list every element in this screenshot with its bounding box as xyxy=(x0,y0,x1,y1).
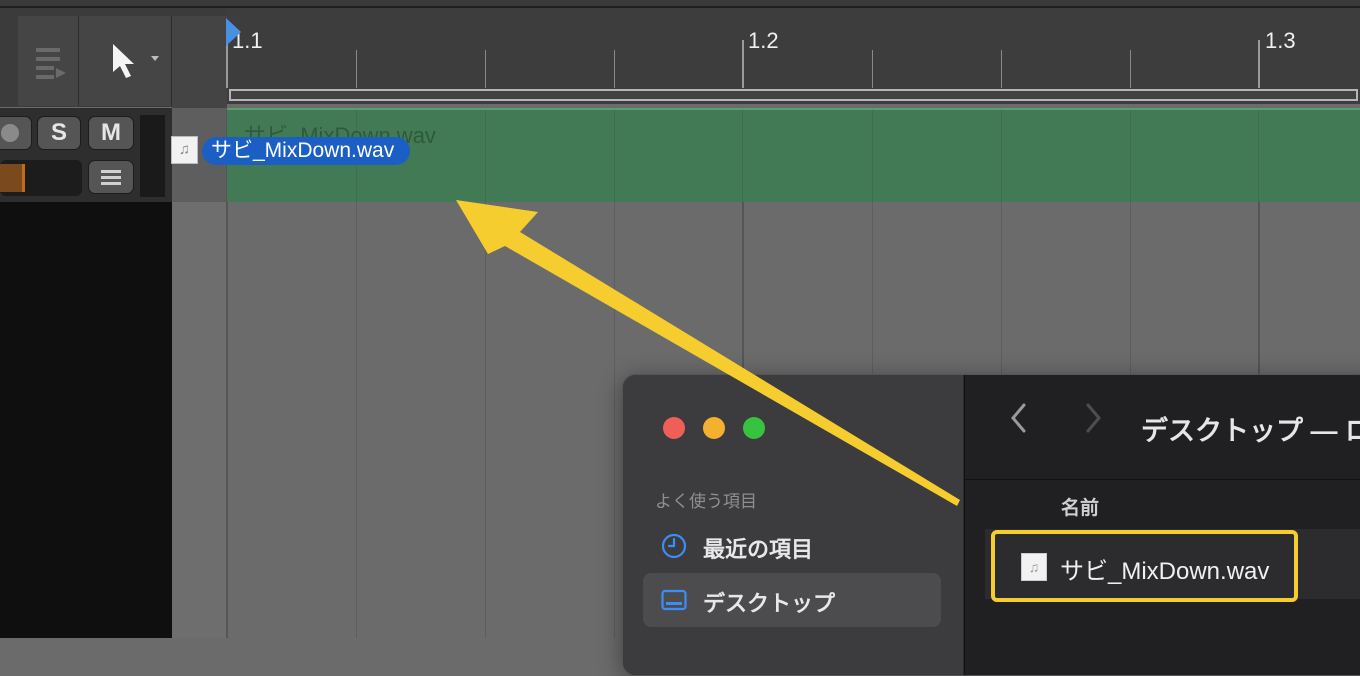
pointer-tool-icon xyxy=(113,44,159,78)
beat-tick xyxy=(1001,50,1002,88)
track-list-button[interactable] xyxy=(18,16,79,106)
chevron-left-icon xyxy=(1011,403,1026,433)
playhead-icon[interactable] xyxy=(224,18,244,48)
volume-slider[interactable] xyxy=(0,160,82,196)
annotation-highlight-box xyxy=(991,530,1298,602)
finder-content: デスクトップ — ロ 名前 ♫ サビ_MixDown.wav xyxy=(964,375,1360,675)
grid-line xyxy=(742,110,743,202)
forward-button[interactable] xyxy=(1083,401,1103,443)
grid-line xyxy=(1001,110,1002,202)
record-enable-button[interactable] xyxy=(0,116,32,150)
grid-line xyxy=(1258,110,1259,202)
beat-tick xyxy=(356,50,357,88)
empty-lane xyxy=(172,202,227,638)
ruler-marker: 1.2 xyxy=(748,28,779,53)
finder-sidebar: よく使う項目 最近の項目 デスクトップ xyxy=(623,375,963,675)
grid-line xyxy=(872,110,873,202)
volume-slider-fill xyxy=(0,164,25,192)
bar-tick xyxy=(742,40,744,88)
sidebar-item-label: 最近の項目 xyxy=(703,537,814,562)
audio-file-icon: ♫ xyxy=(171,136,198,164)
bar-tick xyxy=(1258,40,1260,88)
beat-tick xyxy=(614,50,615,88)
timeline-ruler[interactable] xyxy=(227,8,1360,88)
solo-button[interactable]: S xyxy=(37,116,81,150)
zoom-window-button[interactable] xyxy=(743,417,765,439)
toolbar-divider xyxy=(965,479,1360,480)
sidebar-section-favorites: よく使う項目 xyxy=(655,492,757,511)
chevron-down-icon xyxy=(151,56,159,61)
record-icon xyxy=(1,124,19,142)
beat-tick xyxy=(1130,50,1131,88)
clock-icon xyxy=(661,533,687,559)
window-title: デスクトップ — ロ xyxy=(1141,416,1360,446)
track-list-icon xyxy=(36,48,66,79)
sidebar-item-desktop[interactable]: デスクトップ xyxy=(643,573,941,627)
grid-line xyxy=(614,110,615,202)
list-icon xyxy=(101,170,121,185)
finder-window: よく使う項目 最近の項目 デスクトップ デスクトップ — ロ 名前 ♫ サビ_M… xyxy=(622,374,1360,676)
back-button[interactable] xyxy=(1009,401,1029,443)
tool-spacer xyxy=(172,16,227,108)
chevron-right-icon xyxy=(1086,403,1101,433)
minimize-window-button[interactable] xyxy=(703,417,725,439)
dragged-file-label: サビ_MixDown.wav xyxy=(202,137,411,165)
grid-line xyxy=(485,110,486,202)
close-window-button[interactable] xyxy=(663,417,685,439)
empty-track-area xyxy=(0,202,172,638)
track-options-button[interactable] xyxy=(88,160,134,194)
ruler-marker: 1.3 xyxy=(1265,28,1296,53)
column-header-name[interactable]: 名前 xyxy=(1061,493,1099,520)
beat-tick xyxy=(872,50,873,88)
desktop-icon xyxy=(661,589,687,611)
pointer-tool-menu[interactable] xyxy=(79,16,172,106)
grid-line xyxy=(1130,110,1131,202)
mute-button[interactable]: M xyxy=(88,116,134,150)
sidebar-item-label: デスクトップ xyxy=(703,591,836,616)
sidebar-item-recents[interactable]: 最近の項目 xyxy=(643,519,941,573)
top-border xyxy=(0,0,1360,8)
beat-tick xyxy=(485,50,486,88)
level-meter xyxy=(140,115,165,197)
cycle-region[interactable] xyxy=(229,89,1358,101)
